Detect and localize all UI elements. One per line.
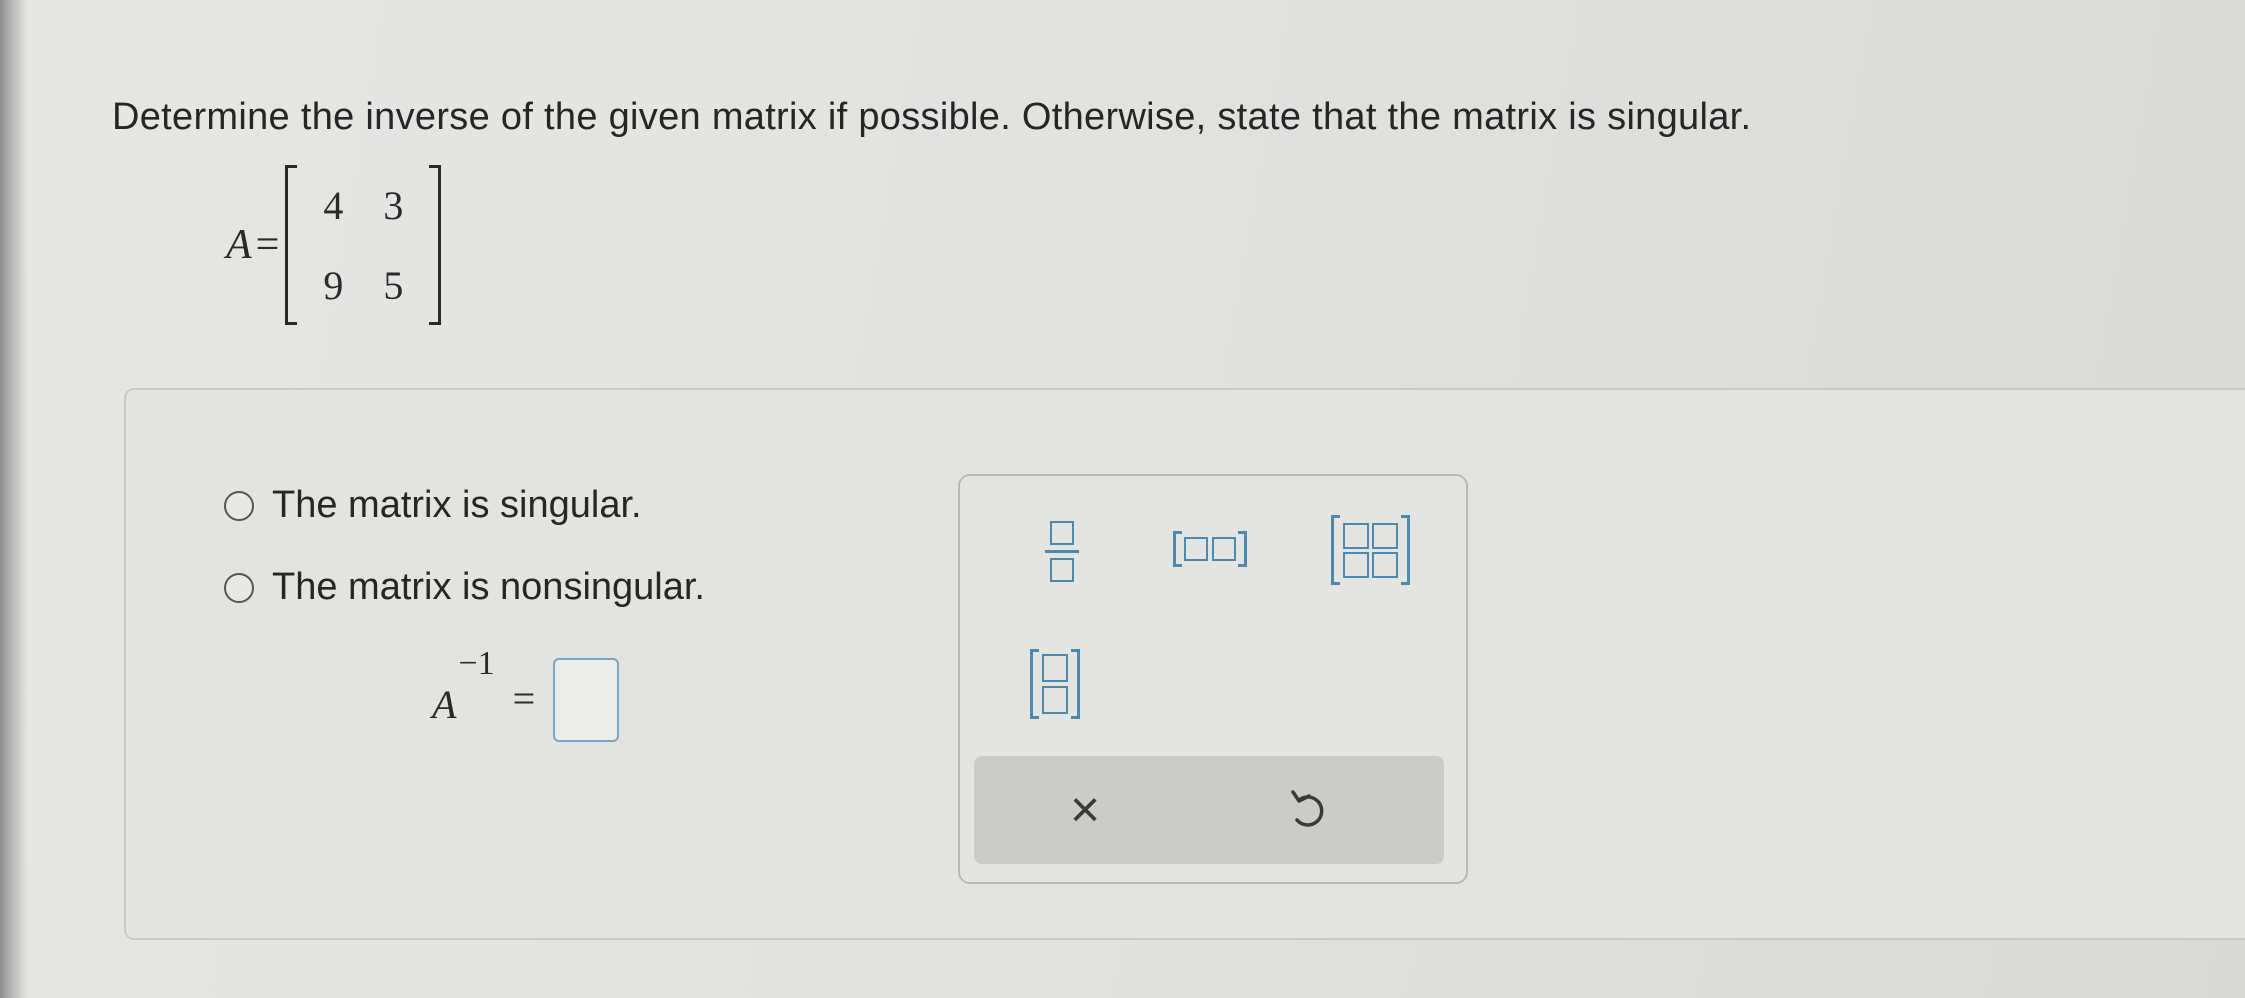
matrix-entry-r1c2: 3 (383, 182, 404, 228)
option-nonsingular-label: The matrix is nonsingular. (272, 566, 705, 608)
palette-toolbar: × (974, 756, 1444, 864)
option-singular-label: The matrix is singular. (272, 484, 642, 526)
row-vector-box-2 (1212, 537, 1236, 561)
fraction-bar (1045, 549, 1079, 553)
matrix-entry-r1c1: 4 (323, 182, 344, 228)
matrix-2x2-button[interactable] (1322, 510, 1418, 590)
undo-icon (1291, 790, 1324, 827)
column-vector-icon (1042, 654, 1068, 714)
option-singular[interactable]: The matrix is singular. (224, 484, 642, 527)
clear-icon: × (1069, 781, 1101, 839)
radio-singular[interactable] (224, 490, 254, 521)
fraction-denominator-box (1050, 557, 1074, 582)
column-vector-button[interactable] (1020, 642, 1090, 726)
column-vector-left-bracket (1030, 649, 1039, 719)
undo-button[interactable] (1264, 778, 1354, 842)
fraction-numerator-box (1050, 520, 1074, 545)
matrix-entry-r2c2: 5 (383, 262, 404, 308)
inverse-answer-input[interactable] (553, 658, 620, 742)
left-bracket (285, 165, 298, 325)
column-vector-right-bracket (1071, 649, 1080, 719)
matrix-entry-r2c1: 9 (323, 262, 344, 308)
inverse-expression: A −1 = (432, 642, 620, 742)
row-vector-box-1 (1184, 537, 1208, 561)
row-vector-left-bracket (1173, 531, 1182, 567)
matrix-name: A (226, 222, 252, 268)
matrix-right-bracket (1400, 515, 1410, 585)
radio-nonsingular[interactable] (224, 572, 254, 603)
math-palette: × (958, 474, 1468, 884)
edge-shadow (0, 0, 28, 998)
inverse-exponent: −1 (458, 645, 495, 682)
question-text: Determine the inverse of the given matri… (112, 96, 1752, 138)
option-nonsingular[interactable]: The matrix is nonsingular. (224, 566, 705, 609)
matrix-left-bracket (1330, 515, 1340, 585)
right-bracket (429, 165, 442, 325)
fraction-button[interactable] (1032, 506, 1092, 596)
inverse-base: A (432, 681, 457, 727)
matrix-2x2-icon (1342, 522, 1398, 578)
matrix-entries: 4 3 9 5 (297, 165, 429, 325)
equals-sign: = (255, 222, 280, 268)
inverse-equals: = (512, 675, 536, 721)
matrix-definition: A = 4 3 9 5 (226, 160, 442, 330)
clear-button[interactable]: × (1040, 778, 1130, 842)
row-vector-right-bracket (1238, 531, 1247, 567)
row-vector-button[interactable] (1160, 524, 1260, 574)
